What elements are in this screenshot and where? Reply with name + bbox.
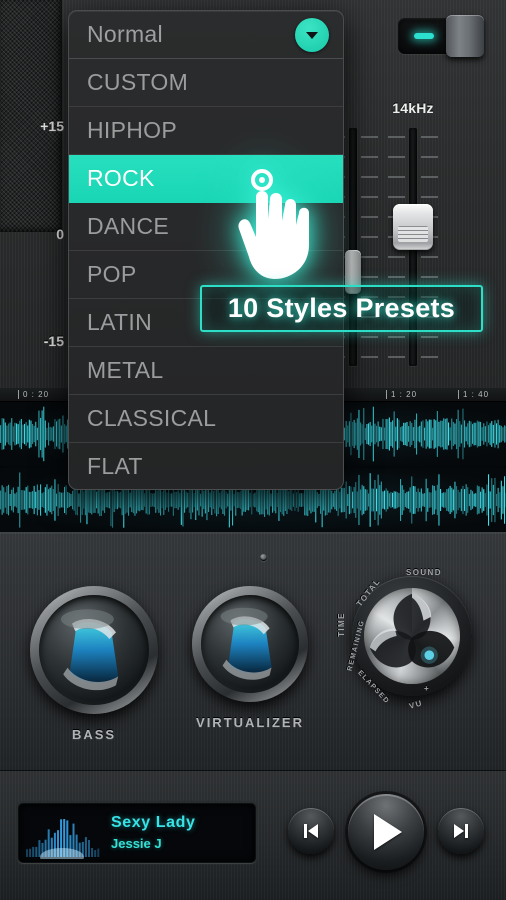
next-track-button[interactable] <box>438 808 484 854</box>
preset-item-hiphop[interactable]: HIPHOP <box>69 107 343 155</box>
preset-item-metal[interactable]: METAL <box>69 347 343 395</box>
previous-track-button[interactable] <box>288 808 334 854</box>
preset-dropdown[interactable]: Normal CUSTOM HIPHOP ROCK DANCE POP LATI… <box>68 10 344 490</box>
knob-face <box>39 595 149 705</box>
knob-indicator-graphic <box>61 609 119 691</box>
callout-banner: 10 Styles Presets <box>200 285 483 332</box>
power-led-icon <box>414 33 434 39</box>
track-artist: Jessie J <box>111 836 162 851</box>
virtualizer-knob-label: VIRTUALIZER <box>196 715 304 730</box>
preset-item-label: METAL <box>87 357 164 383</box>
time-marker-2: 1 : 40 <box>458 390 489 399</box>
preset-item-label: CUSTOM <box>87 69 189 95</box>
eq-scale-minus15: -15 <box>43 333 64 349</box>
preset-item-rock[interactable]: ROCK <box>69 155 343 203</box>
master-knob-face <box>364 588 460 684</box>
track-display[interactable]: Sexy Lady Jessie J <box>18 803 256 863</box>
fader-thumb-14khz[interactable] <box>393 204 433 250</box>
rocker-thumb[interactable] <box>446 15 484 57</box>
master-knob-graphic <box>369 593 455 668</box>
screw-icon <box>260 554 267 561</box>
master-label-sound: SOUND <box>406 568 442 577</box>
spectrum-visualizer <box>25 809 100 859</box>
preset-current-label: Normal <box>87 21 163 47</box>
preset-dropdown-header[interactable]: Normal <box>69 11 343 59</box>
preset-item-label: HIPHOP <box>87 117 177 143</box>
eq-band-label-14khz: 14kHz <box>392 100 434 116</box>
preset-item-label: CLASSICAL <box>87 405 217 431</box>
time-marker-0: 0 : 20 <box>18 390 49 399</box>
chevron-down-icon[interactable] <box>295 17 329 52</box>
bass-knob-label: BASS <box>71 727 117 742</box>
eq-db-scale: +15 0 -15 <box>18 118 64 358</box>
preset-item-label: LATIN <box>87 309 152 335</box>
play-button[interactable] <box>348 794 424 870</box>
master-label-time: TIME <box>336 612 346 637</box>
previous-track-icon <box>304 824 318 838</box>
chevron-down-glyph <box>306 31 318 39</box>
master-label-plus: + <box>424 684 431 693</box>
eq-scale-zero: 0 <box>56 226 64 242</box>
callout-text: 10 Styles Presets <box>227 293 456 323</box>
preset-item-label: POP <box>87 261 137 287</box>
preset-item-label: DANCE <box>87 213 170 239</box>
eq-power-switch[interactable] <box>398 15 484 57</box>
bass-knob[interactable]: BASS <box>30 586 158 742</box>
preset-item-custom[interactable]: CUSTOM <box>69 59 343 107</box>
play-icon <box>374 814 402 850</box>
eq-scale-plus15: +15 <box>40 118 64 134</box>
preset-item-dance[interactable]: DANCE <box>69 203 343 251</box>
preset-item-label: FLAT <box>87 453 143 479</box>
preset-item-flat[interactable]: FLAT <box>69 443 343 489</box>
time-marker-1: 1 : 20 <box>386 390 417 399</box>
preset-item-label: ROCK <box>87 165 155 191</box>
knob-face <box>201 595 299 693</box>
next-track-icon <box>454 824 468 838</box>
track-title: Sexy Lady <box>111 814 196 831</box>
knob-indicator-graphic <box>220 607 272 680</box>
equalizer-app: +15 0 -15 14kHz 0: 20 1: 20 1: 40 BAS… <box>0 0 506 900</box>
preset-item-classical[interactable]: CLASSICAL <box>69 395 343 443</box>
virtualizer-knob[interactable]: VIRTUALIZER <box>192 586 308 730</box>
